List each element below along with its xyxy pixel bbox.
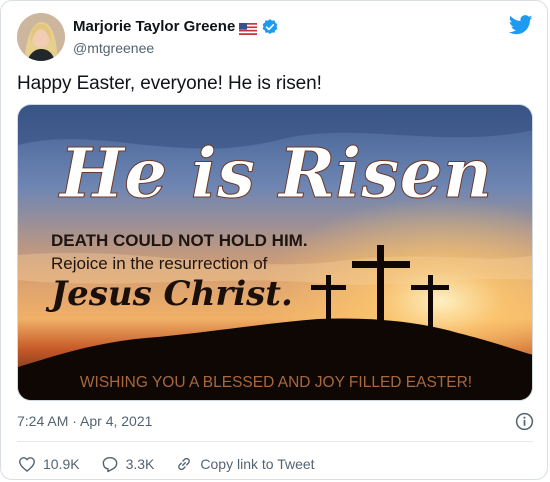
- reply-button[interactable]: 3.3K: [100, 454, 155, 474]
- author-display-name[interactable]: Marjorie Taylor Greene: [73, 17, 235, 37]
- reply-icon: [102, 456, 117, 473]
- info-icon[interactable]: [515, 412, 534, 431]
- reply-count: 3.3K: [125, 456, 155, 472]
- heart-icon: [19, 457, 35, 472]
- verified-icon: [261, 18, 279, 36]
- tweet-timestamp[interactable]: 7:24 AM · Apr 4, 2021: [17, 413, 152, 429]
- link-icon: [178, 457, 191, 471]
- image-footer: WISHING YOU A BLESSED AND JOY FILLED EAS…: [80, 374, 472, 391]
- tweet-header: Marjorie Taylor Greene @mtgreenee: [17, 13, 535, 61]
- twitter-bird-icon[interactable]: [508, 15, 533, 35]
- tweet-text: Happy Easter, everyone! He is risen!: [17, 73, 322, 94]
- avatar[interactable]: [17, 13, 65, 61]
- tweet-card: Marjorie Taylor Greene @mtgreenee Happy …: [0, 0, 548, 480]
- copy-link-label: Copy link to Tweet: [200, 456, 315, 472]
- author-name-row[interactable]: Marjorie Taylor Greene: [73, 17, 279, 37]
- tweet-actions: 10.9K 3.3K Copy link to Tweet: [17, 453, 335, 475]
- us-flag-icon: [239, 21, 258, 35]
- image-line-1: DEATH COULD NOT HOLD HIM.: [51, 231, 308, 250]
- tweet-image[interactable]: He is Risen DEATH COULD NOT HOLD HIM. Re…: [17, 104, 533, 401]
- image-line-3: Jesus Christ.: [45, 274, 293, 314]
- like-button[interactable]: 10.9K: [17, 454, 80, 474]
- author-block: Marjorie Taylor Greene @mtgreenee: [73, 17, 279, 58]
- like-count: 10.9K: [43, 456, 80, 472]
- copy-link-button[interactable]: Copy link to Tweet: [174, 454, 315, 474]
- image-line-2: Rejoice in the resurrection of: [51, 254, 268, 273]
- author-handle[interactable]: @mtgreenee: [73, 39, 279, 58]
- image-headline: He is Risen: [58, 134, 492, 214]
- divider: [17, 441, 533, 442]
